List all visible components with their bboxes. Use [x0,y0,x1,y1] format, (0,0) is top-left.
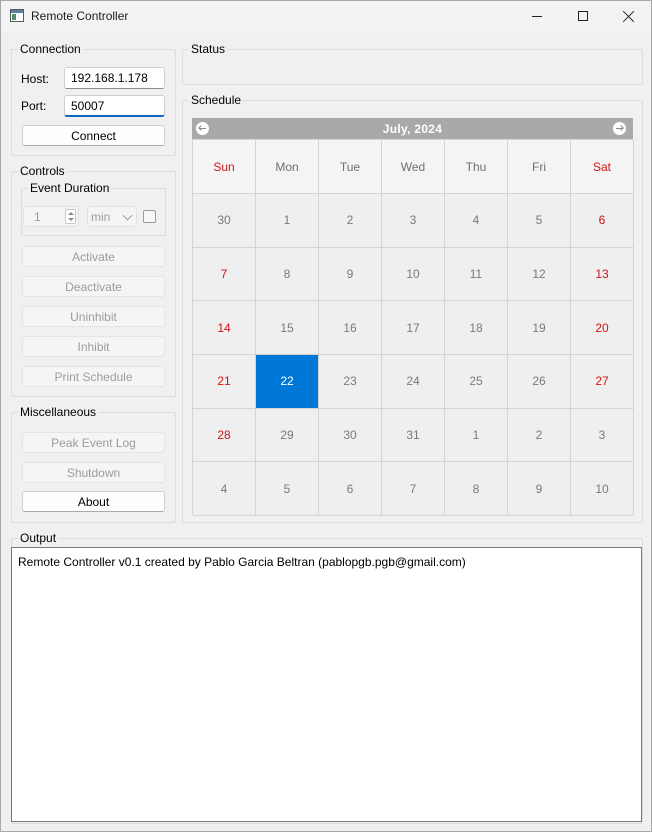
window-title: Remote Controller [31,9,129,23]
deactivate-button[interactable]: Deactivate [22,276,165,297]
calendar-day-cell[interactable]: 9 [508,462,571,516]
calendar-day-cell[interactable]: 31 [382,408,445,463]
calendar-day-cell[interactable]: 6 [571,194,634,248]
calendar-day-cell[interactable]: 7 [382,462,445,516]
calendar-day-cell[interactable]: 22 [256,354,319,409]
miscellaneous-group-title: Miscellaneous [18,405,99,419]
weekday-header: Wed [382,140,445,194]
weekday-header: Sat [571,140,634,194]
calendar-navigation-bar: July, 2024 [192,118,633,139]
calendar-day-cell[interactable]: 5 [256,462,319,516]
status-group-title: Status [189,42,228,56]
about-button[interactable]: About [22,491,165,512]
calendar-day-cell[interactable]: 24 [382,354,445,409]
calendar-day-cell[interactable]: 11 [445,247,508,302]
host-label: Host: [21,72,50,86]
calendar-day-cell[interactable]: 6 [319,462,382,516]
title-bar[interactable]: Remote Controller [1,1,651,31]
calendar-day-cell[interactable]: 1 [445,408,508,463]
calendar-day-cell[interactable]: 1 [256,194,319,248]
activate-button[interactable]: Activate [22,246,165,267]
port-input[interactable]: 50007 [64,95,165,117]
duration-spinbox[interactable]: 1 [23,206,79,227]
calendar-month-year[interactable]: July, 2024 [192,122,633,136]
close-icon [622,10,635,23]
calendar-day-cell[interactable]: 26 [508,354,571,409]
duration-unit-value: min [91,210,111,224]
chevron-down-icon [122,210,133,221]
schedule-group-title: Schedule [189,93,244,107]
duration-unit-select[interactable]: min [87,206,137,227]
output-text: Remote Controller v0.1 created by Pablo … [18,555,466,569]
event-duration-title: Event Duration [28,181,112,195]
calendar-day-cell[interactable]: 7 [193,247,256,302]
calendar-day-cell[interactable]: 30 [193,194,256,248]
calendar-day-cell[interactable]: 12 [508,247,571,302]
output-group-title: Output [18,531,59,545]
calendar-day-cell[interactable]: 2 [508,408,571,463]
weekday-header: Tue [319,140,382,194]
maximize-button[interactable] [560,1,606,31]
calendar-day-cell[interactable]: 17 [382,301,445,355]
weekday-header: Sun [193,140,256,194]
calendar-day-cell[interactable]: 30 [319,408,382,463]
calendar-day-cell[interactable]: 4 [445,194,508,248]
host-input[interactable]: 192.168.1.178 [64,67,165,89]
calendar-day-cell[interactable]: 10 [382,247,445,302]
duration-checkbox[interactable] [143,210,156,223]
inhibit-button[interactable]: Inhibit [22,336,165,357]
calendar-day-cell[interactable]: 10 [571,462,634,516]
calendar-day-cell[interactable]: 27 [571,354,634,409]
calendar-day-cell[interactable]: 2 [319,194,382,248]
calendar-day-cell[interactable]: 15 [256,301,319,355]
calendar-day-cell[interactable]: 4 [193,462,256,516]
minimize-icon [532,15,542,17]
calendar-day-cell[interactable]: 18 [445,301,508,355]
calendar-day-cell[interactable]: 13 [571,247,634,302]
calendar-day-cell[interactable]: 8 [256,247,319,302]
close-button[interactable] [605,1,651,31]
calendar-day-cell[interactable]: 3 [382,194,445,248]
peak-event-log-button[interactable]: Peak Event Log [22,432,165,453]
maximize-icon [578,11,588,21]
calendar-day-cell[interactable]: 25 [445,354,508,409]
calendar-day-cell[interactable]: 23 [319,354,382,409]
app-icon [10,9,24,22]
calendar-day-cell[interactable]: 19 [508,301,571,355]
calendar-day-cell[interactable]: 14 [193,301,256,355]
uninhibit-button[interactable]: Uninhibit [22,306,165,327]
calendar-day-cell[interactable]: 5 [508,194,571,248]
calendar-day-cell[interactable]: 28 [193,408,256,463]
connection-group-title: Connection [18,42,83,56]
calendar-day-cell[interactable]: 16 [319,301,382,355]
weekday-header: Thu [445,140,508,194]
calendar-day-cell[interactable]: 29 [256,408,319,463]
calendar-day-cell[interactable]: 20 [571,301,634,355]
calendar-day-cell[interactable]: 8 [445,462,508,516]
weekday-header: Mon [256,140,319,194]
app-window: Remote Controller Connection Host: 192.1… [0,0,652,832]
output-textarea[interactable]: Remote Controller v0.1 created by Pablo … [11,547,642,822]
controls-group-title: Controls [18,164,67,178]
connect-button[interactable]: Connect [22,125,165,146]
weekday-header: Fri [508,140,571,194]
next-month-icon[interactable] [613,122,626,135]
port-label: Port: [21,99,47,113]
calendar-day-cell[interactable]: 21 [193,354,256,409]
calendar-grid: Sun Mon Tue Wed Thu Fri Sat 30 1 2 3 4 5 6 7 8 9 10 11 12 13… [192,139,634,516]
spin-arrows-icon[interactable] [65,209,76,224]
print-schedule-button[interactable]: Print Schedule [22,366,165,387]
minimize-button[interactable] [514,1,560,31]
calendar-day-cell[interactable]: 9 [319,247,382,302]
duration-value: 1 [34,210,41,224]
calendar-day-cell[interactable]: 3 [571,408,634,463]
status-group: Status [182,42,643,85]
shutdown-button[interactable]: Shutdown [22,462,165,483]
